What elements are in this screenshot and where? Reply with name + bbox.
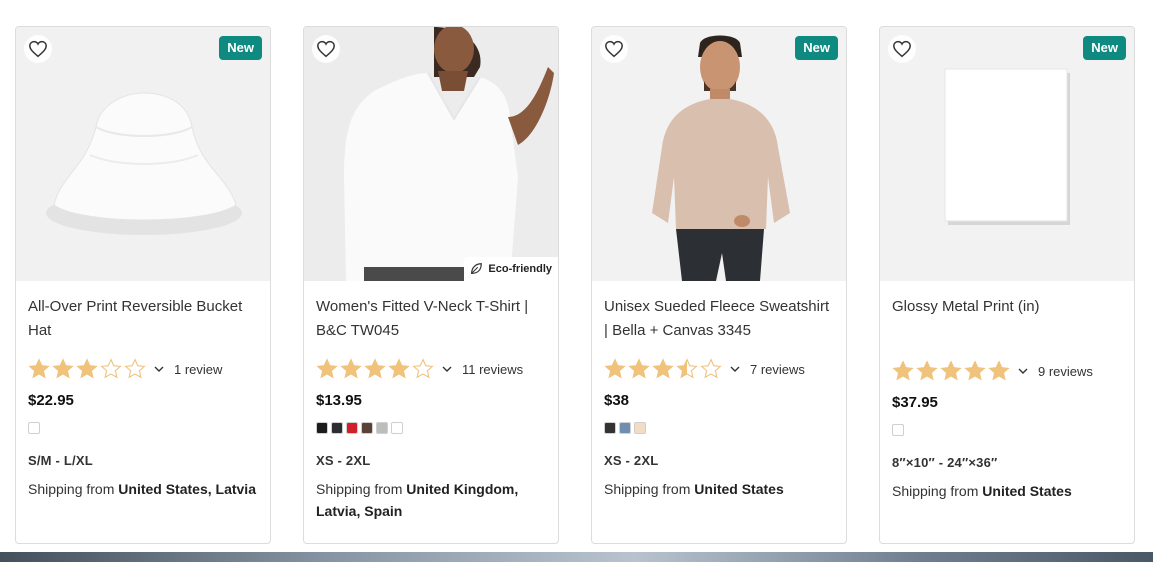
product-price: $37.95 xyxy=(892,394,938,411)
shipping-info: Shipping from United Kingdom, Latvia, Sp… xyxy=(316,478,546,522)
footer-banner-edge xyxy=(0,552,1153,562)
new-badge: New xyxy=(1083,36,1126,60)
heart-icon xyxy=(29,40,47,58)
color-swatch[interactable] xyxy=(361,422,373,434)
shipping-origin: United States xyxy=(982,483,1072,499)
shipping-origin: United States xyxy=(694,481,784,497)
star-icon xyxy=(964,360,986,381)
color-swatch[interactable] xyxy=(316,422,328,434)
star-icon xyxy=(988,360,1010,381)
rating-row[interactable]: 7 reviews xyxy=(604,357,834,381)
star-icon xyxy=(676,358,698,379)
chevron-down-icon[interactable] xyxy=(1018,368,1028,374)
product-grid: New All-Over Print Reversible Bucket Hat… xyxy=(15,26,1135,544)
color-swatches xyxy=(892,424,1122,436)
shipping-prefix: Shipping from xyxy=(316,481,403,497)
star-icon xyxy=(652,358,674,379)
star-icon xyxy=(340,358,362,379)
color-swatches xyxy=(604,422,834,434)
product-title[interactable]: All-Over Print Reversible Bucket Hat xyxy=(28,295,258,343)
star-icon xyxy=(52,358,74,379)
new-badge: New xyxy=(219,36,262,60)
review-count[interactable]: 9 reviews xyxy=(1038,364,1093,379)
product-price: $22.95 xyxy=(28,392,74,409)
color-swatch[interactable] xyxy=(619,422,631,434)
eco-label: Eco-friendly xyxy=(488,263,552,275)
new-badge: New xyxy=(795,36,838,60)
chevron-down-icon[interactable] xyxy=(730,366,740,372)
product-title[interactable]: Unisex Sueded Fleece Sweatshirt | Bella … xyxy=(604,295,834,343)
star-icon xyxy=(916,360,938,381)
chevron-down-icon[interactable] xyxy=(442,366,452,372)
product-title[interactable]: Glossy Metal Print (in) xyxy=(892,295,1122,319)
review-count[interactable]: 11 reviews xyxy=(462,362,523,377)
product-image[interactable]: Eco-friendly xyxy=(304,27,558,281)
star-icon xyxy=(100,358,122,379)
product-price: $38 xyxy=(604,392,630,409)
product-image[interactable]: New xyxy=(880,27,1134,281)
product-card[interactable]: New Unisex Sueded Fleece Sweatshirt | Be… xyxy=(591,26,847,544)
shipping-info: Shipping from United States xyxy=(892,480,1122,502)
color-swatches xyxy=(316,422,546,434)
color-swatches xyxy=(28,422,258,434)
size-range: 8″×10″ - 24″×36″ xyxy=(892,455,998,470)
size-range: S/M - L/XL xyxy=(28,453,93,468)
review-count[interactable]: 7 reviews xyxy=(750,362,805,377)
star-rating xyxy=(28,358,146,380)
star-icon xyxy=(892,360,914,381)
star-icon xyxy=(604,358,626,379)
color-swatch[interactable] xyxy=(892,424,904,436)
color-swatch[interactable] xyxy=(28,422,40,434)
product-image[interactable]: New xyxy=(592,27,846,281)
star-icon xyxy=(124,358,146,379)
color-swatch[interactable] xyxy=(346,422,358,434)
product-card[interactable]: New Glossy Metal Print (in) 9 reviews $3… xyxy=(879,26,1135,544)
shipping-origin: United States, Latvia xyxy=(118,481,256,497)
color-swatch[interactable] xyxy=(331,422,343,434)
star-icon xyxy=(316,358,338,379)
star-icon xyxy=(940,360,962,381)
favorite-button[interactable] xyxy=(24,35,52,63)
review-count[interactable]: 1 review xyxy=(174,362,222,377)
product-price: $13.95 xyxy=(316,392,362,409)
size-range: XS - 2XL xyxy=(604,453,659,468)
product-image[interactable]: New xyxy=(16,27,270,281)
heart-icon xyxy=(605,40,623,58)
star-icon xyxy=(28,358,50,379)
shipping-prefix: Shipping from xyxy=(892,483,979,499)
color-swatch[interactable] xyxy=(604,422,616,434)
favorite-button[interactable] xyxy=(600,35,628,63)
star-rating xyxy=(892,360,1010,382)
product-title[interactable]: Women's Fitted V-Neck T-Shirt | B&C TW04… xyxy=(316,295,546,343)
star-icon xyxy=(700,358,722,379)
star-icon xyxy=(76,358,98,379)
star-rating xyxy=(604,358,722,380)
favorite-button[interactable] xyxy=(312,35,340,63)
shipping-prefix: Shipping from xyxy=(28,481,115,497)
leaf-icon xyxy=(471,263,483,274)
shipping-prefix: Shipping from xyxy=(604,481,691,497)
favorite-button[interactable] xyxy=(888,35,916,63)
star-icon xyxy=(412,358,434,379)
rating-row[interactable]: 1 review xyxy=(28,357,258,381)
color-swatch[interactable] xyxy=(391,422,403,434)
star-icon xyxy=(388,358,410,379)
rating-row[interactable]: 11 reviews xyxy=(316,357,546,381)
heart-icon xyxy=(317,40,335,58)
shipping-info: Shipping from United States xyxy=(604,478,834,500)
star-icon xyxy=(628,358,650,379)
size-range: XS - 2XL xyxy=(316,453,371,468)
shipping-info: Shipping from United States, Latvia xyxy=(28,478,258,500)
color-swatch[interactable] xyxy=(376,422,388,434)
rating-row[interactable]: 9 reviews xyxy=(892,359,1122,383)
star-icon xyxy=(364,358,386,379)
color-swatch[interactable] xyxy=(634,422,646,434)
chevron-down-icon[interactable] xyxy=(154,366,164,372)
eco-friendly-badge: Eco-friendly xyxy=(464,257,558,281)
star-rating xyxy=(316,358,434,380)
product-card[interactable]: Eco-friendly Women's Fitted V-Neck T-Shi… xyxy=(303,26,559,544)
heart-icon xyxy=(893,40,911,58)
product-card[interactable]: New All-Over Print Reversible Bucket Hat… xyxy=(15,26,271,544)
